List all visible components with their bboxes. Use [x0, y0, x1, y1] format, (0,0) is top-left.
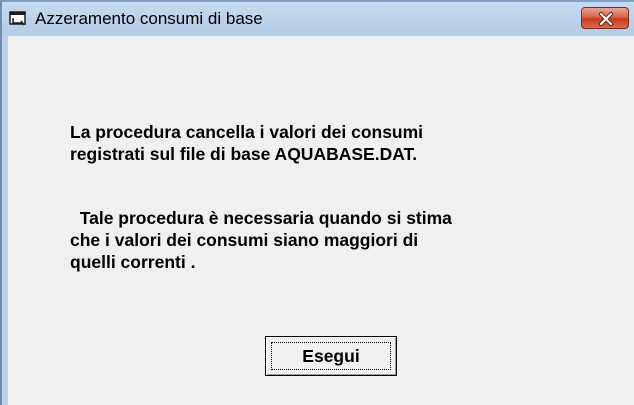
close-icon: [599, 12, 613, 26]
form-icon: [9, 11, 27, 27]
close-button[interactable]: [581, 7, 629, 29]
message-line: quelli correnti .: [70, 252, 196, 272]
message-line: La procedura cancella i valori dei consu…: [70, 122, 424, 142]
execute-button[interactable]: Esegui: [265, 336, 397, 376]
dialog-window: Azzeramento consumi di base La procedura…: [0, 0, 634, 405]
message-line: che i valori dei consumi siano maggiori …: [70, 230, 419, 250]
message-line: Tale procedura è necessaria quando si st…: [70, 208, 452, 228]
execute-button-label: Esegui: [302, 346, 360, 366]
dialog-body: La procedura cancella i valori dei consu…: [8, 36, 634, 405]
title-bar[interactable]: Azzeramento consumi di base: [2, 2, 634, 36]
window-title: Azzeramento consumi di base: [35, 9, 263, 28]
message-line: registrati sul file di base AQUABASE.DAT…: [70, 144, 418, 164]
